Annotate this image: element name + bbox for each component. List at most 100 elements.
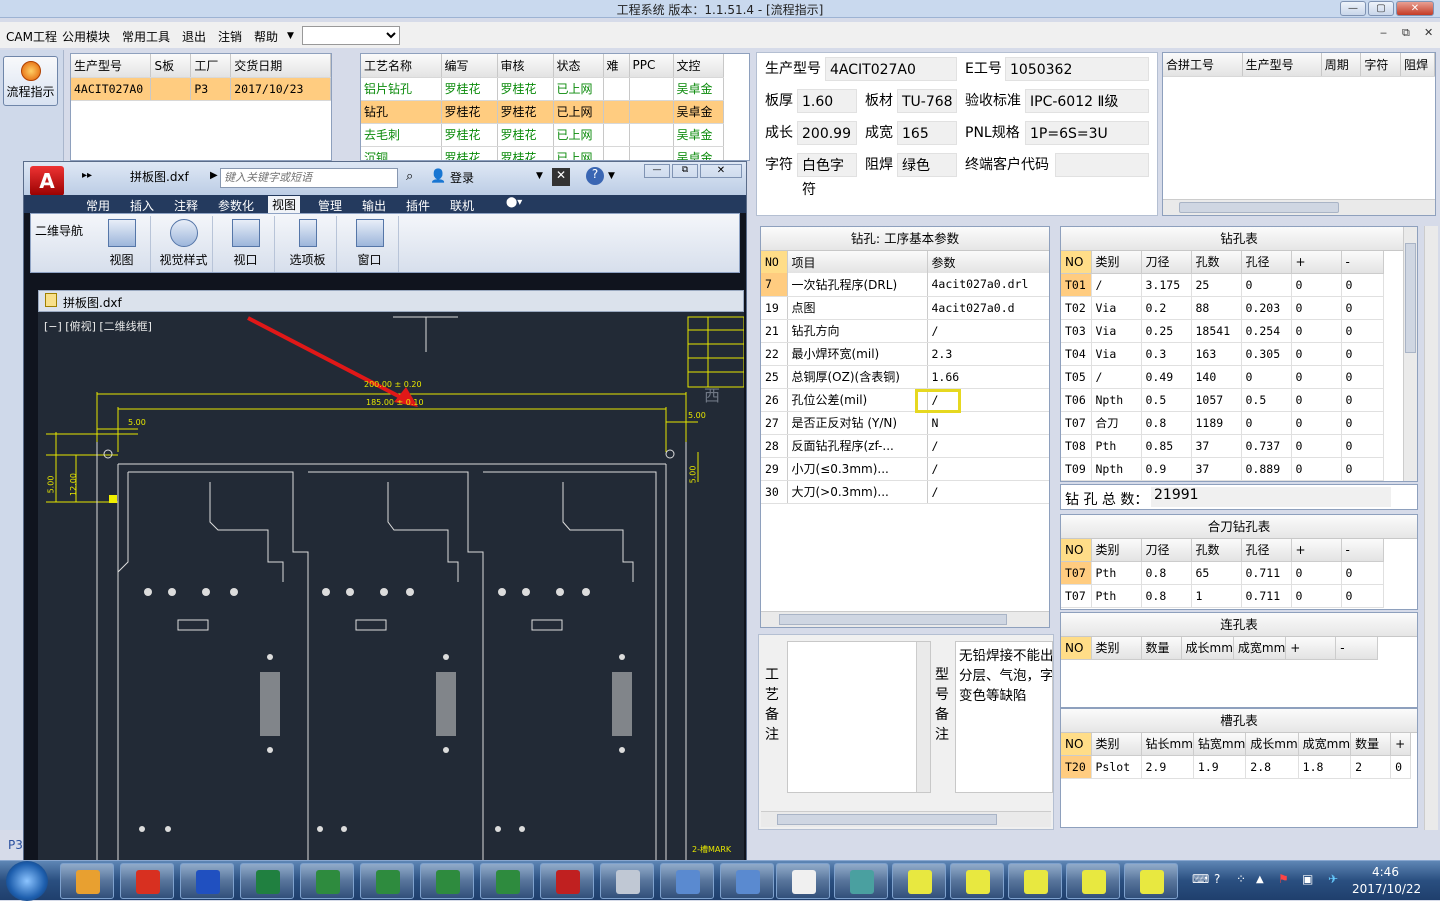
col-header[interactable]: 类别 [1091,539,1142,562]
taskbar-app-18[interactable] [1124,863,1178,899]
col-header[interactable]: + [1390,733,1412,756]
autocad-logo-icon[interactable]: A [30,166,64,196]
table-row[interactable]: T07 Pth 0.8 65 0.711 0 0 [1061,561,1384,585]
table-row[interactable]: T05/0.49 140 0 0 0 [1061,365,1384,389]
model-remark-text[interactable]: 无铅焊接不能出 分层、气泡，字 变色等缺陷 [955,641,1053,793]
network-icon[interactable]: ▣ [1302,872,1313,886]
tab-manage[interactable]: 管理 [318,197,342,214]
col-header[interactable]: 类别 [1091,251,1142,274]
col-author[interactable]: 编写 [441,54,498,78]
col-header[interactable]: NO [1061,637,1092,660]
table-row[interactable]: 钻孔 罗桂花 罗桂花 已上网 吴卓金 [361,100,724,124]
tab-insert[interactable]: 插入 [130,197,154,214]
flow-indicator-button[interactable]: 流程指示 [3,56,58,106]
tab-parametric[interactable]: 参数化 [218,197,254,214]
cad-restore-button[interactable]: ⧉ [672,164,698,178]
col-char[interactable]: 字符 [1360,53,1402,77]
col-header[interactable]: 数量 [1350,733,1392,756]
flag-icon[interactable]: ⚑ [1278,872,1289,886]
col-model[interactable]: 生产型号 [71,54,152,78]
menu-public[interactable]: 公用模块 [62,28,110,45]
col-header[interactable]: - [1341,539,1384,562]
expand-icon[interactable]: ▶ [210,170,218,181]
help-tray-icon[interactable]: ? [1214,872,1220,886]
table-row[interactable]: T07 合刀 0.8 1189 0 0 0 [1061,411,1384,435]
col-header[interactable]: 刀径 [1141,251,1192,274]
col-header[interactable]: 孔径 [1241,251,1292,274]
col-header[interactable]: 孔径 [1241,539,1292,562]
col-doc-control[interactable]: 文控 [673,54,724,78]
table-row[interactable]: 19 点图 4acit027a0.d [761,296,1049,320]
col-header[interactable]: 孔数 [1191,251,1242,274]
taskbar-app-3[interactable] [180,863,234,899]
viewport-button[interactable]: 视口 [217,216,275,272]
taskbar-excel-3[interactable] [420,863,474,899]
search-input[interactable] [220,168,398,188]
taskbar-app-15[interactable] [950,863,1004,899]
col-delivery[interactable]: 交货日期 [230,54,331,78]
menu-logout[interactable]: 注销 [218,28,242,45]
table-row[interactable]: T06 Npth 0.5 1057 0.5 0 0 [1061,388,1384,412]
table-row[interactable]: T03 Via 0.25 18541 0.254 0 0 [1061,319,1384,343]
taskbar-app-14[interactable] [892,863,946,899]
clock-date[interactable]: 2017/10/22 [1352,882,1421,896]
help-icon[interactable]: ? [586,167,604,185]
right-scrollbar[interactable] [1424,226,1438,830]
start-button[interactable] [6,861,48,901]
menu-cam[interactable]: CAM工程 [6,28,57,45]
table-row[interactable]: T20 Pslot 2.9 1.9 2.8 1.8 2 0 [1061,755,1412,779]
exchange-icon[interactable]: ✕ [552,168,570,186]
viewcube-compass[interactable]: 西 [704,382,720,406]
palettes-button[interactable]: 选项板 [279,216,337,272]
col-process[interactable]: 工艺名称 [361,54,442,78]
table-row[interactable]: 27 是否正反对钻 (Y/N) N [761,411,1049,435]
taskbar-calc[interactable] [600,863,654,899]
tray-icon[interactable]: ⁘ [1236,872,1246,886]
view-button[interactable]: 视图 [93,216,151,272]
taskbar-excel-4[interactable] [480,863,534,899]
table-row[interactable]: 25 总铜厚(OZ)(含表铜) 1.66 [761,365,1049,389]
taskbar-app-4[interactable] [240,863,294,899]
menu-select[interactable] [302,26,400,45]
col-header[interactable]: 孔数 [1191,539,1242,562]
menu-tools[interactable]: 常用工具 [122,28,170,45]
document-tab[interactable]: 拼板图.dxf [38,290,744,312]
window-button[interactable]: 窗口 [341,216,399,272]
col-header[interactable]: + [1285,637,1337,660]
table-row[interactable]: T01/3.175 25 0 0 0 [1061,273,1384,297]
col-header[interactable]: 成长mm [1181,637,1234,660]
taskbar-app-10[interactable] [660,863,714,899]
col-header[interactable]: NO [1061,733,1092,756]
remarks-hscrollbar[interactable] [761,811,1051,827]
tab-plugins[interactable]: 插件 [406,197,430,214]
merge-hscrollbar[interactable] [1163,199,1435,215]
col-period[interactable]: 周期 [1321,53,1362,77]
tab-online[interactable]: 联机 [450,197,474,214]
table-row[interactable]: 30 大刀(>0.3mm)... / [761,480,1049,504]
col-difficulty[interactable]: 难 [603,54,630,78]
mdi-minimize-button[interactable]: ‒ [1380,26,1387,39]
tray-expand-icon[interactable]: ▲ [1256,874,1264,885]
col-item[interactable]: 项目 [787,251,928,273]
col-s[interactable]: S板 [150,54,192,78]
user-icon[interactable]: 👤 [430,169,446,184]
taskbar-app-12[interactable] [776,863,830,899]
col-header[interactable]: - [1335,637,1379,660]
col-header[interactable]: NO [1061,539,1092,562]
taskbar-app-17[interactable] [1066,863,1120,899]
login-dropdown-icon[interactable]: ▼ [536,171,543,181]
col-header[interactable]: 成宽mm [1298,733,1352,756]
menu-help[interactable]: 帮助 [254,28,278,45]
binoculars-icon[interactable]: ⌕ [406,169,413,184]
app-tray-icon[interactable]: ✈ [1328,872,1338,886]
tab-output[interactable]: 输出 [362,197,386,214]
col-ppc[interactable]: PPC [629,54,674,78]
col-header[interactable]: 成长mm [1245,733,1299,756]
taskbar-autocad[interactable] [540,863,594,899]
table-row[interactable]: 7 一次钻孔程序(DRL) 4acit027a0.drl [761,273,1049,297]
ribbon-options-icon[interactable]: ⬤▾ [506,197,522,208]
quick-access-icon[interactable]: ▸▸ [82,170,92,181]
taskbar-app-1[interactable] [60,863,114,899]
table-row[interactable]: 22 最小焊环宽(mil) 2.3 [761,342,1049,366]
taskbar-app-11[interactable] [720,863,774,899]
